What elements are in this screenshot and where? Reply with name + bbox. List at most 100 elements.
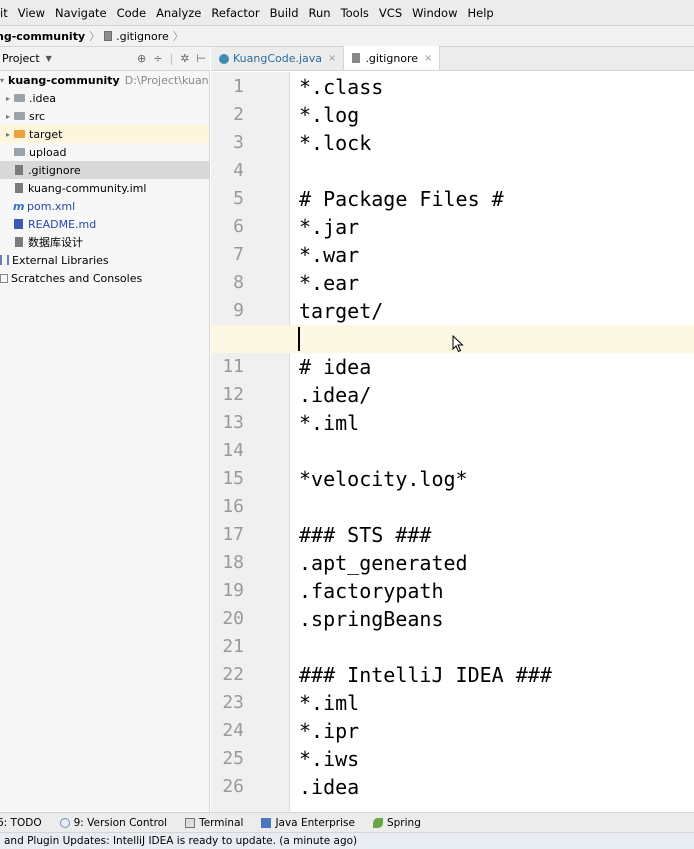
markdown-icon xyxy=(14,219,23,229)
collapse-all-icon[interactable]: ÷ xyxy=(153,52,162,65)
tree-item-db-design[interactable]: 数据库设计 xyxy=(0,233,209,251)
code-line[interactable]: *.jar xyxy=(299,213,359,241)
tree-item-external-libraries[interactable]: External Libraries xyxy=(0,251,209,269)
code-editor[interactable]: 1234567891011121314151617181920212223242… xyxy=(211,72,694,812)
menu-bar: it View Navigate Code Analyze Refactor B… xyxy=(0,0,694,26)
code-line[interactable]: *.war xyxy=(299,241,359,269)
tree-item-label: External Libraries xyxy=(12,253,109,267)
tree-item-scratches[interactable]: Scratches and Consoles xyxy=(0,269,209,287)
folder-icon xyxy=(14,94,25,102)
status-message[interactable]: and Plugin Updates: IntelliJ IDEA is rea… xyxy=(4,835,357,847)
line-number: 22 xyxy=(222,664,244,685)
project-panel-tools: ⊕ ÷ | ✲ ⊢ xyxy=(137,52,206,65)
tab-label: .gitignore xyxy=(365,51,419,65)
code-line[interactable]: *.log xyxy=(299,101,359,129)
menu-analyze[interactable]: Analyze xyxy=(151,6,206,20)
breadcrumb-project[interactable]: ng-community xyxy=(0,30,85,43)
tool-version-control[interactable]: 9: Version Control xyxy=(59,817,167,829)
project-panel-header: Project ▼ ⊕ ÷ | ✲ ⊢ xyxy=(0,47,210,71)
folder-icon xyxy=(14,148,25,156)
code-line[interactable]: .idea/ xyxy=(299,381,371,409)
chevron-right-icon[interactable]: ▸ xyxy=(6,94,14,103)
code-line[interactable]: *.ear xyxy=(299,269,359,297)
line-number: 23 xyxy=(222,692,244,713)
menu-refactor[interactable]: Refactor xyxy=(206,6,264,20)
tree-item-src[interactable]: ▸ src xyxy=(0,107,209,125)
line-number: 9 xyxy=(233,300,244,321)
folder-orange-icon xyxy=(14,130,25,138)
terminal-icon xyxy=(185,817,196,828)
tree-item-pom[interactable]: m pom.xml xyxy=(0,197,209,215)
java-enterprise-icon xyxy=(261,817,272,828)
menu-window[interactable]: Window xyxy=(407,6,462,20)
menu-navigate[interactable]: Navigate xyxy=(50,6,112,20)
menu-edit[interactable]: it xyxy=(0,6,13,20)
status-bar: and Plugin Updates: IntelliJ IDEA is rea… xyxy=(0,832,694,849)
tab-gitignore[interactable]: .gitignore × xyxy=(344,46,441,70)
tool-java-enterprise[interactable]: Java Enterprise xyxy=(261,817,355,829)
line-number: 6 xyxy=(233,216,244,237)
tree-item-label: Scratches and Consoles xyxy=(11,271,143,285)
breadcrumb-separator-icon: 〉 xyxy=(172,30,184,43)
code-line[interactable]: .springBeans xyxy=(299,605,444,633)
code-line[interactable]: .idea xyxy=(299,773,359,801)
tool-label: Java Enterprise xyxy=(275,816,355,829)
code-line[interactable]: .apt_generated xyxy=(299,549,468,577)
code-line[interactable]: *velocity.log* xyxy=(299,465,468,493)
chevron-right-icon[interactable]: ▸ xyxy=(6,130,14,139)
code-line[interactable]: *.class xyxy=(299,73,383,101)
code-line[interactable]: *.iws xyxy=(299,745,359,773)
file-icon xyxy=(352,53,361,63)
tree-item-label: kuang-community.iml xyxy=(28,181,147,195)
code-line[interactable]: *.lock xyxy=(299,129,371,157)
text-caret xyxy=(298,327,300,351)
tree-item-upload[interactable]: upload xyxy=(0,143,209,161)
line-number: 4 xyxy=(233,160,244,181)
code-line[interactable]: target/ xyxy=(299,297,383,325)
line-number-gutter[interactable]: 1234567891011121314151617181920212223242… xyxy=(211,72,290,812)
code-line[interactable]: *.iml xyxy=(299,689,359,717)
line-number: 18 xyxy=(222,552,244,573)
code-line[interactable]: # Package Files # xyxy=(299,185,504,213)
close-icon[interactable]: × xyxy=(424,53,432,64)
close-icon[interactable]: × xyxy=(328,53,336,64)
breadcrumb-file[interactable]: .gitignore xyxy=(116,30,169,43)
code-line[interactable]: *.ipr xyxy=(299,717,359,745)
tree-item-iml[interactable]: kuang-community.iml xyxy=(0,179,209,197)
menu-view[interactable]: View xyxy=(13,6,50,20)
file-icon xyxy=(104,31,113,41)
code-line[interactable]: ### STS ### xyxy=(299,521,431,549)
hide-panel-icon[interactable]: ⊢ xyxy=(196,52,206,65)
line-number: 24 xyxy=(222,720,244,741)
line-number: 13 xyxy=(222,412,244,433)
code-line[interactable]: .factorypath xyxy=(299,577,444,605)
line-number: 1 xyxy=(233,76,244,97)
tree-item-readme[interactable]: README.md xyxy=(0,215,209,233)
chevron-down-icon[interactable]: ▼ xyxy=(46,54,52,63)
tree-item-label: kuang-community xyxy=(8,73,120,87)
chevron-right-icon[interactable]: ▸ xyxy=(6,112,14,121)
menu-vcs[interactable]: VCS xyxy=(374,6,407,20)
tool-spring[interactable]: Spring xyxy=(372,817,421,829)
line-number: 17 xyxy=(222,524,244,545)
editor-tab-bar: KuangCode.java × .gitignore × xyxy=(211,46,694,71)
tree-item-gitignore[interactable]: .gitignore xyxy=(0,161,209,179)
menu-help[interactable]: Help xyxy=(462,6,498,20)
chevron-down-icon[interactable]: ▾ xyxy=(0,76,4,85)
code-line[interactable]: # idea xyxy=(299,353,371,381)
locate-icon[interactable]: ⊕ xyxy=(137,52,146,65)
gear-icon[interactable]: ✲ xyxy=(180,52,189,65)
tab-kuangcode-java[interactable]: KuangCode.java × xyxy=(211,47,345,70)
tool-todo[interactable]: 6: TODO xyxy=(0,817,42,829)
project-view-selector[interactable]: Project xyxy=(2,52,40,65)
tree-item-idea[interactable]: ▸ .idea xyxy=(0,89,209,107)
menu-build[interactable]: Build xyxy=(265,6,304,20)
menu-tools[interactable]: Tools xyxy=(336,6,374,20)
code-line[interactable]: ### IntelliJ IDEA ### xyxy=(299,661,552,689)
tree-item-project-root[interactable]: ▾ kuang-community D:\Project\kuang-c xyxy=(0,71,209,89)
tree-item-target[interactable]: ▸ target xyxy=(0,125,209,143)
menu-run[interactable]: Run xyxy=(304,6,336,20)
tool-terminal[interactable]: Terminal xyxy=(185,817,243,829)
menu-code[interactable]: Code xyxy=(112,6,151,20)
code-line[interactable]: *.iml xyxy=(299,409,359,437)
